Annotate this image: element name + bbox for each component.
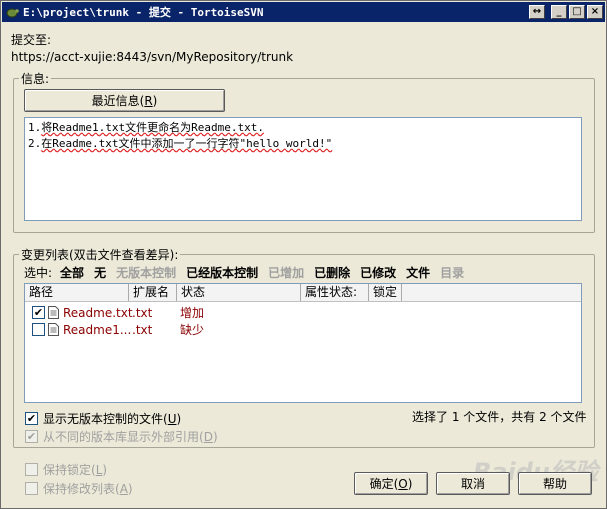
column-extension[interactable]: 扩展名 [129, 284, 177, 301]
keep-changelist-hotkey: A [119, 482, 128, 496]
table-row[interactable]: Readme1... .txt 缺少 [25, 321, 581, 338]
keep-locks-text: 保持锁定( [43, 463, 96, 477]
show-externals-hotkey: D [203, 430, 213, 444]
commit-dialog: E:\project\trunk - 提交 - TortoiseSVN ↔ _ … [0, 0, 607, 509]
ok-button[interactable]: 确定(O) [354, 472, 428, 495]
selection-summary: 选择了 1 个文件，共有 2 个文件 [412, 410, 587, 424]
keep-locks-text-end: ) [102, 463, 108, 477]
maximize-button[interactable]: □ [569, 5, 585, 19]
row-path: Readme.txt [63, 305, 133, 320]
commit-to-url: https://acct-xujie:8443/svn/MyRepository… [11, 50, 294, 64]
recent-messages-label: 最近信息( [91, 94, 145, 108]
message-line: 1.将Readme1.txt文件更命名为Readme.txt. [28, 120, 578, 136]
message-line-text: 将Readme1.txt文件更命名为Readme.txt. [41, 121, 264, 134]
row-path-cell: ✔ Readme.txt [25, 306, 133, 320]
changes-list[interactable]: 路径 扩展名 状态 属性状态: 锁定 ✔ Readme.txt .txt 增加 [24, 283, 582, 403]
filter-all[interactable]: 全部 [60, 264, 84, 281]
row-checkbox[interactable] [32, 323, 45, 336]
filter-deleted[interactable]: 已删除 [314, 264, 350, 281]
list-header: 路径 扩展名 状态 属性状态: 锁定 [25, 284, 581, 302]
column-property-status[interactable]: 属性状态: [301, 284, 369, 301]
recent-messages-button[interactable]: 最近信息(R) [24, 89, 225, 112]
message-line-number: 1. [28, 121, 42, 134]
message-group-label: 信息: [19, 70, 52, 87]
show-externals-text: 从不同的版本库显示外部引用( [43, 430, 204, 444]
show-unversioned-option[interactable]: ✔ 显示无版本控制的文件(U) [25, 410, 181, 427]
row-extension: .txt [132, 305, 153, 320]
show-externals-text-end: ) [212, 430, 218, 444]
select-label: 选中: [24, 266, 53, 280]
show-unversioned-text: 显示无版本控制的文件( [43, 412, 168, 426]
keep-changelist-option: 保持修改列表(A) [25, 480, 133, 497]
message-line-text: 在Readme.txt文件中添加一了一行字符"hello world!" [41, 137, 333, 150]
filter-modified[interactable]: 已修改 [360, 264, 396, 281]
tortoise-icon [6, 8, 19, 18]
keep-changelist-text: 保持修改列表( [43, 482, 120, 496]
row-path-cell: Readme1... [25, 322, 132, 337]
filter-directories: 目录 [440, 266, 465, 280]
row-status: 增加 [180, 306, 205, 320]
ok-hotkey: O [398, 476, 408, 491]
show-externals-checkbox: ✔ [25, 430, 38, 443]
column-path[interactable]: 路径 [25, 284, 129, 301]
show-externals-label: 从不同的版本库显示外部引用(D) [43, 428, 218, 445]
message-textarea[interactable]: 1.将Readme1.txt文件更命名为Readme.txt. 2.在Readm… [24, 117, 582, 221]
changes-group-label: 变更列表(双击文件查看差异): [19, 246, 181, 263]
help-button[interactable]: 帮助 [518, 472, 592, 495]
close-button[interactable]: × [587, 5, 603, 19]
filter-versioned[interactable]: 已经版本控制 [186, 264, 258, 281]
filter-none[interactable]: 无 [94, 264, 106, 281]
commit-to-label: 提交至: [11, 33, 52, 47]
select-filter-bar: 选中: 全部 无 无版本控制 已经版本控制 已增加 已删除 已修改 文件 目录 [24, 264, 474, 281]
column-lock[interactable]: 锁定 [369, 284, 402, 301]
keep-locks-checkbox [25, 463, 38, 476]
row-status: 缺少 [180, 323, 205, 337]
title-bar[interactable]: E:\project\trunk - 提交 - TortoiseSVN ↔ _ … [2, 2, 605, 22]
minimize-button[interactable]: _ [551, 5, 567, 19]
column-filler [402, 284, 581, 301]
window-title: E:\project\trunk - 提交 - TortoiseSVN [23, 6, 264, 19]
filter-files[interactable]: 文件 [406, 264, 430, 281]
cancel-button[interactable]: 取消 [436, 472, 510, 495]
show-unversioned-text-end: ) [176, 412, 182, 426]
recent-messages-label-end: ) [152, 93, 158, 108]
filter-unversioned: 无版本控制 [116, 266, 177, 280]
table-row[interactable]: ✔ Readme.txt .txt 增加 [25, 304, 581, 321]
ok-label: 确定( [369, 477, 399, 491]
column-status[interactable]: 状态 [177, 284, 301, 301]
show-externals-option: ✔ 从不同的版本库显示外部引用(D) [25, 428, 218, 445]
row-checkbox[interactable]: ✔ [32, 306, 45, 319]
message-line-number: 2. [28, 137, 42, 150]
show-unversioned-checkbox[interactable]: ✔ [25, 412, 38, 425]
message-line: 2.在Readme.txt文件中添加一了一行字符"hello world!" [28, 136, 578, 152]
recent-messages-hotkey: R [144, 93, 153, 108]
show-unversioned-label: 显示无版本控制的文件(U) [43, 410, 181, 427]
keep-locks-option: 保持锁定(L) [25, 461, 107, 478]
keep-changelist-text-end: ) [127, 482, 133, 496]
filter-added: 已增加 [268, 266, 305, 280]
keep-locks-label: 保持锁定(L) [43, 461, 107, 478]
text-file-icon [48, 323, 59, 336]
ok-label-end: ) [407, 476, 413, 491]
keep-changelist-label: 保持修改列表(A) [43, 480, 133, 497]
row-path: Readme1... [63, 322, 132, 337]
resize-icon[interactable]: ↔ [529, 5, 545, 19]
text-file-icon [48, 306, 59, 319]
row-extension: .txt [132, 322, 153, 337]
keep-changelist-checkbox [25, 482, 38, 495]
